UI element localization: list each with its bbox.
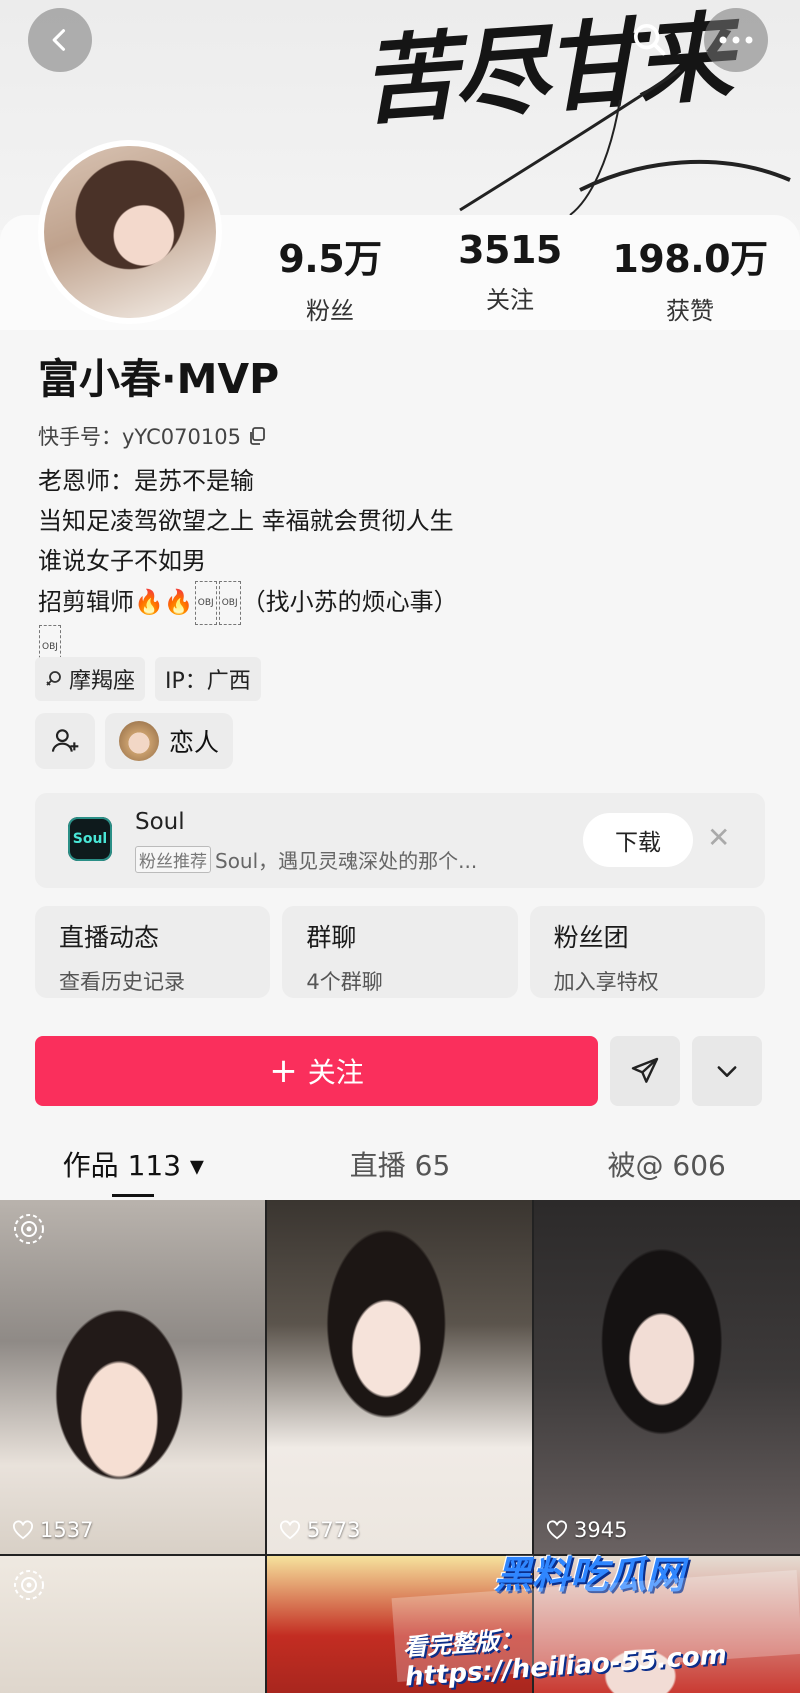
tab-works[interactable]: 作品 113 ▾ (0, 1130, 267, 1202)
stat-label: 粉丝 (306, 297, 354, 325)
video-thumbnail[interactable]: 5773 (267, 1200, 532, 1554)
stat-likes[interactable]: 198.0万 获赞 (600, 228, 780, 326)
expand-button[interactable] (692, 1036, 762, 1106)
like-count-row: 1537 (12, 1518, 93, 1542)
feature-title: 群聊 (306, 923, 357, 952)
copy-icon[interactable] (247, 426, 267, 446)
feature-live-history[interactable]: 直播动态 查看历史记录 (35, 906, 271, 998)
stat-label: 获赞 (666, 297, 714, 325)
feature-subtitle: 查看历史记录 (59, 970, 185, 994)
share-button[interactable] (610, 1036, 680, 1106)
download-button[interactable]: 下载 (583, 813, 693, 867)
user-id: 快手号：yYC070105 (38, 425, 241, 449)
bio-line: 当知足凌驾欲望之上 幸福就会贯彻人生 (38, 507, 454, 535)
ad-subtitle-row: 粉丝推荐 Soul，遇见灵魂深处的那个... (135, 845, 477, 874)
tag-label: IP：广西 (165, 669, 251, 694)
like-count-row: 5773 (279, 1518, 360, 1542)
stat-value: 9.5万 (278, 237, 382, 281)
action-row: + 关注 (35, 1036, 765, 1106)
feature-cards: 直播动态 查看历史记录 群聊 4个群聊 粉丝团 加入享特权 (35, 906, 765, 998)
feature-subtitle: 加入享特权 (553, 970, 659, 994)
bio-line: 老恩师：是苏不是输 (38, 467, 254, 495)
add-user-icon (51, 729, 79, 752)
profile-tags: 摩羯座 IP：广西 (35, 657, 261, 701)
chevron-left-icon (52, 29, 66, 51)
stat-label: 关注 (486, 286, 534, 314)
profile-name: 富小春·MVP (38, 355, 280, 403)
more-dots-icon (719, 36, 753, 44)
heart-icon (280, 1520, 300, 1540)
chevron-down-icon (717, 1066, 737, 1077)
feature-subtitle: 4个群聊 (306, 970, 383, 994)
stat-followers[interactable]: 9.5万 粉丝 (240, 228, 420, 326)
profile-info: 富小春·MVP 快手号：yYC070105 老恩师：是苏不是输 当知足凌驾欲望之… (38, 345, 768, 669)
like-count-row: 3945 (546, 1518, 627, 1542)
lover-avatar (119, 721, 159, 761)
tab-mentions[interactable]: 被@ 606 (533, 1130, 800, 1202)
tab-live[interactable]: 直播 65 (267, 1130, 534, 1202)
obj-placeholder: OBJ (194, 581, 217, 625)
bio-line: 谁说女子不如男 (38, 547, 206, 575)
female-symbol-icon (46, 671, 61, 686)
avatar-image (44, 146, 216, 318)
ad-banner[interactable]: Soul Soul 粉丝推荐 Soul，遇见灵魂深处的那个... 下载 ✕ (35, 793, 765, 888)
ad-title: Soul (135, 809, 185, 835)
obj-placeholder: OBJ (218, 581, 241, 625)
bio-line: 招剪辑师🔥🔥 OBJ OBJ （找小苏的烦心事） (38, 581, 768, 625)
add-friend-button[interactable] (35, 713, 95, 769)
soul-logo-icon: Soul (68, 817, 112, 861)
feature-title: 粉丝团 (553, 923, 629, 952)
relations-row: 恋人 (35, 713, 234, 769)
plus-icon: + (269, 1051, 298, 1091)
relation-lover[interactable]: 恋人 (105, 713, 234, 769)
back-button[interactable] (28, 8, 92, 72)
feature-title: 直播动态 (59, 923, 160, 952)
more-options-button[interactable] (704, 8, 768, 72)
heart-icon (13, 1520, 33, 1540)
tag-zodiac: 摩羯座 (35, 657, 146, 701)
video-thumbnail[interactable]: 1537 (0, 1200, 265, 1554)
live-replay-icon (14, 1570, 44, 1600)
video-thumbnail[interactable] (0, 1556, 265, 1693)
stat-following[interactable]: 3515 关注 (420, 228, 600, 326)
stat-value: 198.0万 (612, 237, 768, 281)
bio-text: 招剪辑师🔥🔥 (38, 588, 194, 616)
stat-value: 3515 (458, 228, 562, 272)
heart-icon (547, 1520, 567, 1540)
like-count: 1537 (40, 1518, 94, 1542)
follow-label: 关注 (307, 1056, 364, 1089)
close-icon[interactable]: ✕ (707, 821, 730, 854)
like-count: 5773 (307, 1518, 361, 1542)
tag-ip: IP：广西 (155, 657, 261, 701)
bio-text: （找小苏的烦心事） (241, 588, 458, 616)
avatar[interactable] (38, 140, 222, 324)
like-count: 3945 (574, 1518, 628, 1542)
video-thumbnail[interactable]: 3945 (534, 1200, 800, 1554)
feature-fan-club[interactable]: 粉丝团 加入享特权 (529, 906, 765, 998)
search-icon[interactable] (630, 20, 670, 60)
feature-group-chat[interactable]: 群聊 4个群聊 (282, 906, 518, 998)
profile-bio: 老恩师：是苏不是输 当知足凌驾欲望之上 幸福就会贯彻人生 谁说女子不如男 招剪辑… (38, 461, 768, 669)
ad-badge: 粉丝推荐 (135, 846, 211, 873)
tag-label: 摩羯座 (69, 669, 136, 694)
ad-subtitle: Soul，遇见灵魂深处的那个... (215, 849, 478, 873)
content-tabs: 作品 113 ▾ 直播 65 被@ 606 (0, 1130, 800, 1202)
user-id-row: 快手号：yYC070105 (38, 421, 768, 451)
profile-stats: 9.5万 粉丝 3515 关注 198.0万 获赞 (240, 228, 780, 326)
send-icon (631, 1057, 659, 1083)
live-replay-icon (14, 1214, 44, 1244)
follow-button[interactable]: + 关注 (35, 1036, 598, 1106)
relation-label: 恋人 (169, 728, 220, 757)
